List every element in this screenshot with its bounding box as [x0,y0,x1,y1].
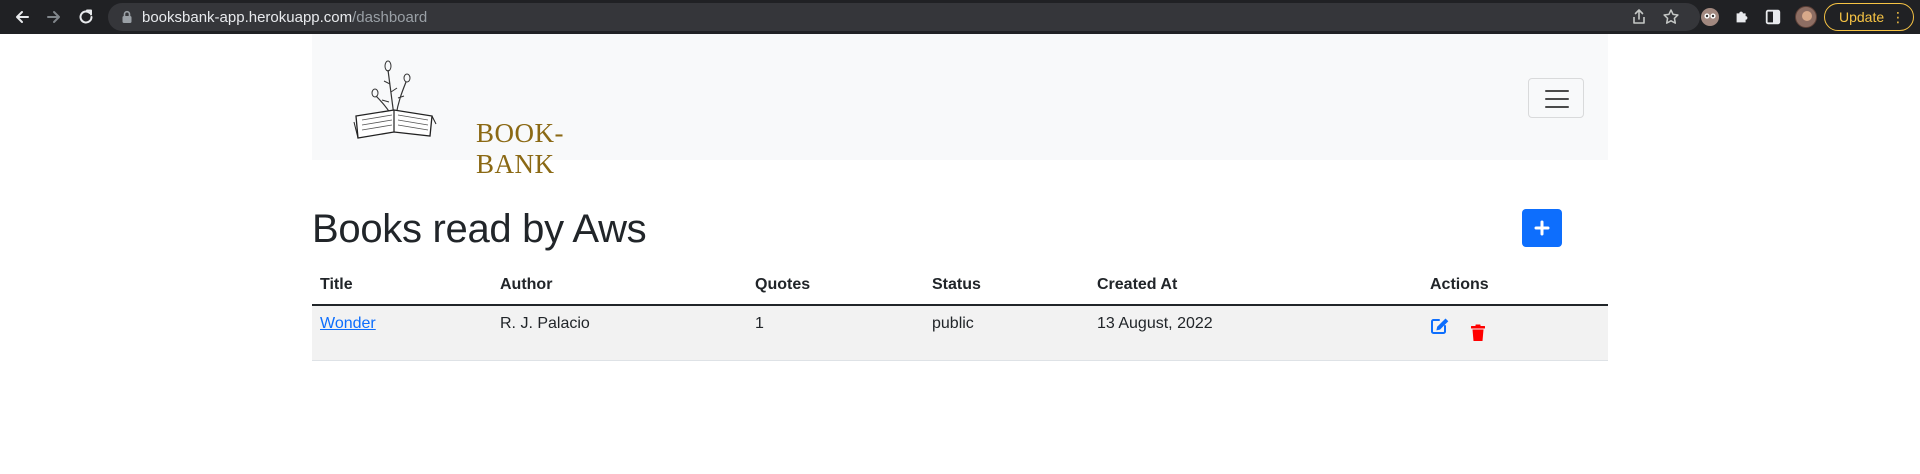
header-status: Status [932,276,981,293]
arrow-left-icon [16,11,29,23]
star-icon[interactable] [1662,8,1680,26]
kebab-menu-icon: ⋮ [1891,9,1905,25]
update-button[interactable]: Update ⋮ [1824,3,1914,31]
header-quotes: Quotes [755,276,811,293]
address-bar[interactable]: booksbank-app.herokuapp.com/dashboard [108,3,1700,31]
cell-title: Wonder [320,315,376,333]
reload-icon [79,9,93,24]
header-title: Title [320,276,353,293]
cell-author: R. J. Palacio [500,315,590,332]
plus-icon [1534,220,1550,236]
cell-status: public [932,315,974,332]
cell-created-at: 13 August, 2022 [1097,315,1213,332]
trash-icon[interactable] [1470,324,1486,342]
lock-icon [122,10,132,23]
table-row: Wonder R. J. Palacio 1 public 13 August,… [312,306,1608,361]
book-title-link[interactable]: Wonder [320,315,376,332]
page-title: Books read by Aws [312,207,647,251]
reload-button[interactable] [74,5,98,29]
site-navbar: BOOK-BANK [312,34,1608,179]
header-created-at: Created At [1097,276,1178,293]
url-host: booksbank-app.herokuapp.com [142,9,353,26]
table-header: Title Author Quotes Status Created At Ac… [312,268,1608,306]
book-flower-icon [353,60,437,139]
edit-icon[interactable] [1430,317,1450,335]
update-label: Update [1839,9,1885,25]
add-book-button[interactable] [1522,209,1562,247]
url-text: booksbank-app.herokuapp.com/dashboard [142,9,427,26]
navbar-toggle-button[interactable] [1528,78,1584,118]
side-panel-icon[interactable] [1763,7,1783,27]
brand-name: BOOK-BANK [476,118,564,179]
extensions-puzzle-icon[interactable] [1732,7,1752,27]
forward-button[interactable] [42,5,66,29]
share-icon[interactable] [1630,8,1648,26]
books-table: Title Author Quotes Status Created At Ac… [312,268,1608,361]
extension-eyes-icon[interactable] [1700,7,1720,27]
header-author: Author [500,276,553,293]
browser-toolbar: booksbank-app.herokuapp.com/dashboard Up… [0,0,1920,34]
url-path: /dashboard [352,9,428,26]
arrow-right-icon [47,11,60,23]
header-actions: Actions [1430,276,1489,293]
brand-link[interactable]: BOOK-BANK [352,52,582,179]
cell-quotes: 1 [755,315,764,332]
profile-avatar[interactable] [1795,6,1817,28]
back-button[interactable] [10,5,34,29]
